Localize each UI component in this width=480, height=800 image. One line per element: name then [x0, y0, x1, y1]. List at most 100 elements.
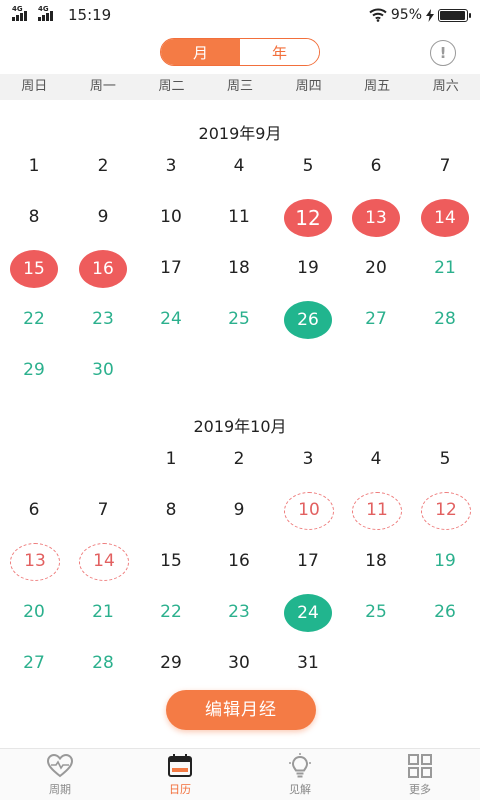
calendar-day-predicted[interactable]: 11: [352, 492, 402, 530]
nav-item-calendar[interactable]: 日历: [120, 749, 240, 800]
calendar-day-fertile[interactable]: 20: [10, 594, 58, 630]
calendar-day[interactable]: 8: [10, 199, 58, 235]
calendar-day-period[interactable]: 15: [10, 250, 58, 288]
heart-pulse-icon: [46, 753, 74, 777]
calendar-day[interactable]: 15: [147, 543, 195, 579]
view-toggle: 月 年: [160, 38, 320, 66]
calendar-day-fertile[interactable]: 21: [79, 594, 127, 630]
calendar-day[interactable]: 30: [215, 645, 263, 681]
calendar-day[interactable]: 5: [284, 148, 332, 184]
calendar-day-ovulation[interactable]: 26: [284, 301, 332, 339]
calendar-day-predicted[interactable]: 14: [79, 543, 129, 581]
calendar-day-period[interactable]: 16: [79, 250, 127, 288]
calendar-day-fertile[interactable]: 23: [215, 594, 263, 630]
nav-label: 更多: [409, 782, 431, 796]
calendar-day[interactable]: 20: [352, 250, 400, 286]
calendar-day[interactable]: 5: [421, 441, 469, 477]
weekday-label: 周二: [158, 79, 185, 94]
calendar-day-fertile[interactable]: 22: [10, 301, 58, 337]
calendar-day-fertile[interactable]: 25: [352, 594, 400, 630]
battery-icon: [438, 8, 471, 22]
edit-period-button[interactable]: 编辑月经: [166, 690, 316, 730]
calendar-day-predicted[interactable]: 13: [10, 543, 60, 581]
info-button[interactable]: !: [430, 40, 456, 66]
weekday-label: 周五: [364, 79, 391, 94]
calendar-day[interactable]: 16: [215, 543, 263, 579]
calendar-day[interactable]: 3: [284, 441, 332, 477]
status-bar: 4G 4G 15:19 95%: [0, 0, 480, 30]
calendar-day[interactable]: 18: [352, 543, 400, 579]
calendar-day-fertile[interactable]: 29: [10, 352, 58, 388]
calendar-day[interactable]: 7: [79, 492, 127, 528]
calendar-day[interactable]: 17: [147, 250, 195, 286]
calendar-day[interactable]: 9: [79, 199, 127, 235]
signal-icon: 4G: [12, 6, 34, 21]
calendar-day-fertile[interactable]: 26: [421, 594, 469, 630]
calendar-day-fertile[interactable]: 28: [79, 645, 127, 681]
info-icon: !: [439, 44, 447, 62]
weekday-label: 周六: [432, 79, 459, 94]
header: 月 年 !: [0, 36, 480, 68]
calendar-day[interactable]: 31: [284, 645, 332, 681]
calendar-day-predicted[interactable]: 10: [284, 492, 334, 530]
nav-item-insights[interactable]: 见解: [240, 749, 360, 800]
calendar-day-ovulation[interactable]: 24: [284, 594, 332, 632]
weekday-header: 周日 周一 周二 周三 周四 周五 周六: [0, 74, 480, 100]
tab-month[interactable]: 月: [161, 39, 240, 65]
calendar-day[interactable]: 11: [215, 199, 263, 235]
nav-item-more[interactable]: 更多: [360, 749, 480, 800]
calendar-day-fertile[interactable]: 28: [421, 301, 469, 337]
calendar-day[interactable]: 4: [352, 441, 400, 477]
calendar-day-fertile[interactable]: 27: [10, 645, 58, 681]
calendar-day-fertile[interactable]: 30: [79, 352, 127, 388]
calendar-day[interactable]: 7: [421, 148, 469, 184]
calendar-icon: [168, 753, 192, 777]
charging-icon: [426, 8, 434, 22]
status-left: 4G 4G 15:19: [12, 6, 111, 24]
calendar-day[interactable]: 2: [215, 441, 263, 477]
nav-label: 周期: [49, 782, 71, 796]
calendar-day[interactable]: 9: [215, 492, 263, 528]
calendar-day[interactable]: 6: [10, 492, 58, 528]
calendar-day[interactable]: 10: [147, 199, 195, 235]
calendar-day-fertile[interactable]: 23: [79, 301, 127, 337]
weekday-label: 周一: [89, 79, 116, 94]
wifi-icon: [369, 8, 387, 22]
calendar-day[interactable]: 29: [147, 645, 195, 681]
tab-year[interactable]: 年: [240, 39, 319, 65]
calendar-day-fertile[interactable]: 27: [352, 301, 400, 337]
calendar-day-period[interactable]: 13: [352, 199, 400, 237]
bottom-nav: 周期 日历 见解 更多: [0, 748, 480, 800]
calendar-day[interactable]: 2: [79, 148, 127, 184]
weekday-label: 周三: [227, 79, 254, 94]
status-time: 15:19: [68, 6, 112, 24]
battery-percent: 95%: [390, 7, 422, 23]
calendar-day[interactable]: 17: [284, 543, 332, 579]
calendar-day[interactable]: 19: [284, 250, 332, 286]
month-title: 2019年9月: [198, 124, 282, 143]
calendar-day-period[interactable]: 14: [421, 199, 469, 237]
month-title: 2019年10月: [193, 417, 287, 436]
calendar-day[interactable]: 6: [352, 148, 400, 184]
calendar-day-fertile[interactable]: 24: [147, 301, 195, 337]
calendar-day[interactable]: 3: [147, 148, 195, 184]
nav-item-cycle[interactable]: 周期: [0, 749, 120, 800]
calendar-day-fertile[interactable]: 22: [147, 594, 195, 630]
calendar-day-fertile[interactable]: 19: [421, 543, 469, 579]
calendar-day[interactable]: 1: [10, 148, 58, 184]
weekday-label: 周日: [21, 79, 48, 94]
calendar-day[interactable]: 18: [215, 250, 263, 286]
grid-icon: [408, 753, 432, 778]
battery-fill: [440, 10, 465, 20]
nav-label: 见解: [289, 782, 311, 796]
calendar-day[interactable]: 1: [147, 441, 195, 477]
signal-icon: 4G: [38, 6, 60, 21]
calendar-day-fertile[interactable]: 25: [215, 301, 263, 337]
calendar-day-fertile[interactable]: 21: [421, 250, 469, 286]
calendar-day[interactable]: 8: [147, 492, 195, 528]
calendar-day-period[interactable]: 12: [284, 199, 332, 237]
calendar-day-predicted[interactable]: 12: [421, 492, 471, 530]
lightbulb-icon: [289, 752, 311, 777]
calendar-day[interactable]: 4: [215, 148, 263, 184]
calendar-scroll[interactable]: 2019年9月 1 2 3 4 5 6 7 8 9 10 11 12 13 14 15 16 17 18 19 20 21…: [0, 100, 480, 748]
